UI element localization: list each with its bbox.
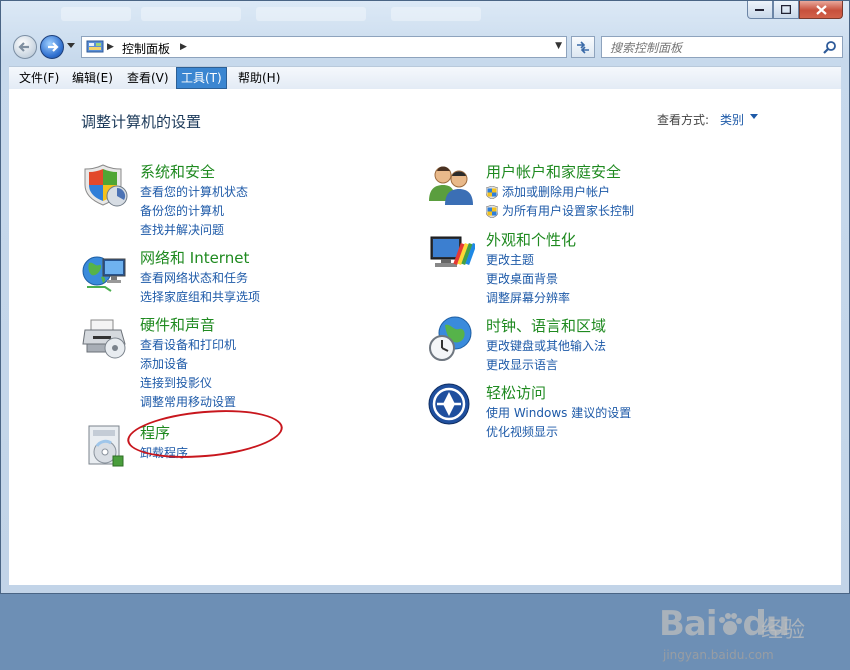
title-bar[interactable] xyxy=(1,1,849,29)
content-pane: 调整计算机的设置 查看方式: 类别 系统和安全 查看您的计算机状态 备份您的计算… xyxy=(9,89,841,662)
menu-file[interactable]: 文件(F) xyxy=(15,68,63,88)
link-add-remove-accounts[interactable]: 添加或删除用户帐户 xyxy=(486,183,634,202)
refresh-icon xyxy=(577,41,589,54)
link-add-device[interactable]: 添加设备 xyxy=(140,355,236,374)
address-dropdown-icon[interactable]: ▼ xyxy=(555,41,562,51)
search-box[interactable] xyxy=(601,36,843,58)
link-view-computer-status[interactable]: 查看您的计算机状态 xyxy=(140,183,248,202)
user-accounts-icon[interactable] xyxy=(427,161,475,209)
category-title[interactable]: 时钟、语言和区域 xyxy=(486,315,606,336)
link-adjust-resolution[interactable]: 调整屏幕分辨率 xyxy=(486,289,570,308)
link-recommended-settings[interactable]: 使用 Windows 建议的设置 xyxy=(486,404,631,423)
minimize-icon xyxy=(755,8,764,11)
menu-tools[interactable]: 工具(T) xyxy=(176,67,227,89)
control-panel-icon xyxy=(86,40,104,53)
category-title[interactable]: 程序 xyxy=(140,422,170,443)
watermark-url: jingyan.baidu.com xyxy=(663,648,774,662)
link-find-fix-problems[interactable]: 查找并解决问题 xyxy=(140,221,248,240)
recent-pages-dropdown-icon[interactable] xyxy=(67,43,75,49)
watermark-cn: 经验 xyxy=(761,618,806,643)
address-bar[interactable]: ▶ 控制面板 ▶ ▼ xyxy=(81,36,567,58)
uac-shield-icon xyxy=(486,186,498,199)
view-by-dropdown-icon[interactable] xyxy=(750,114,758,120)
link-mobility-settings[interactable]: 调整常用移动设置 xyxy=(140,393,236,412)
category-title[interactable]: 系统和安全 xyxy=(140,161,215,182)
link-change-theme[interactable]: 更改主题 xyxy=(486,251,570,270)
background-tab xyxy=(391,7,481,21)
close-icon xyxy=(815,4,827,15)
link-label: 添加或删除用户帐户 xyxy=(502,185,611,199)
link-view-network-status[interactable]: 查看网络状态和任务 xyxy=(140,269,260,288)
link-label: 为所有用户设置家长控制 xyxy=(502,204,635,218)
link-change-display-language[interactable]: 更改显示语言 xyxy=(486,356,606,375)
breadcrumb-control-panel[interactable]: 控制面板 xyxy=(122,40,170,57)
link-change-keyboard[interactable]: 更改键盘或其他输入法 xyxy=(486,337,606,356)
maximize-button[interactable] xyxy=(773,1,799,19)
category-title[interactable]: 用户帐户和家庭安全 xyxy=(486,161,621,182)
system-security-icon[interactable] xyxy=(81,161,129,209)
network-internet-icon[interactable] xyxy=(81,247,129,295)
maximize-icon xyxy=(781,5,791,14)
link-optimize-visual-display[interactable]: 优化视频显示 xyxy=(486,423,631,442)
close-button[interactable] xyxy=(799,1,843,19)
category-title[interactable]: 硬件和声音 xyxy=(140,314,215,335)
link-parental-controls[interactable]: 为所有用户设置家长控制 xyxy=(486,202,634,221)
page-title: 调整计算机的设置 xyxy=(81,113,202,131)
uac-shield-icon xyxy=(486,205,498,218)
programs-icon[interactable] xyxy=(81,422,129,470)
link-homegroup-sharing[interactable]: 选择家庭组和共享选项 xyxy=(140,288,260,307)
background-tab xyxy=(256,7,366,21)
ease-of-access-icon[interactable] xyxy=(427,382,475,430)
watermark: Bai du 经验 jingyan.baidu.com xyxy=(659,604,819,670)
control-panel-window: ▶ 控制面板 ▶ ▼ 文件(F) 编辑(E) 查看(V) 工具(T) 帮助(H)… xyxy=(0,0,850,662)
menu-edit[interactable]: 编辑(E) xyxy=(68,68,117,88)
link-change-background[interactable]: 更改桌面背景 xyxy=(486,270,570,289)
navigation-bar: ▶ 控制面板 ▶ ▼ xyxy=(9,33,843,61)
view-by-label: 查看方式: xyxy=(657,113,710,127)
arrow-left-icon xyxy=(18,42,29,52)
forward-button[interactable] xyxy=(40,35,64,59)
menu-help[interactable]: 帮助(H) xyxy=(234,68,284,88)
menu-bar: 文件(F) 编辑(E) 查看(V) 工具(T) 帮助(H) xyxy=(9,66,841,90)
category-title[interactable]: 网络和 Internet xyxy=(140,247,249,268)
minimize-button[interactable] xyxy=(747,1,773,19)
category-title[interactable]: 外观和个性化 xyxy=(486,229,576,250)
link-backup-computer[interactable]: 备份您的计算机 xyxy=(140,202,248,221)
menu-view[interactable]: 查看(V) xyxy=(123,68,173,88)
breadcrumb-separator[interactable]: ▶ xyxy=(107,42,114,52)
background-tab xyxy=(141,7,241,21)
appearance-icon[interactable] xyxy=(427,229,475,277)
search-input[interactable] xyxy=(608,39,812,57)
category-title[interactable]: 轻松访问 xyxy=(486,382,546,403)
arrow-right-icon xyxy=(48,42,59,52)
link-view-devices-printers[interactable]: 查看设备和打印机 xyxy=(140,336,236,355)
refresh-button[interactable] xyxy=(571,36,595,58)
clock-language-region-icon[interactable] xyxy=(427,315,475,363)
paw-icon xyxy=(718,613,742,635)
search-icon[interactable] xyxy=(823,40,837,54)
view-by-dropdown[interactable]: 类别 xyxy=(720,111,744,128)
breadcrumb-separator[interactable]: ▶ xyxy=(180,42,187,52)
link-uninstall-program[interactable]: 卸载程序 xyxy=(140,444,188,463)
link-connect-projector[interactable]: 连接到投影仪 xyxy=(140,374,236,393)
background-tab xyxy=(61,7,131,21)
back-button[interactable] xyxy=(13,35,37,59)
hardware-sound-icon[interactable] xyxy=(81,314,129,362)
